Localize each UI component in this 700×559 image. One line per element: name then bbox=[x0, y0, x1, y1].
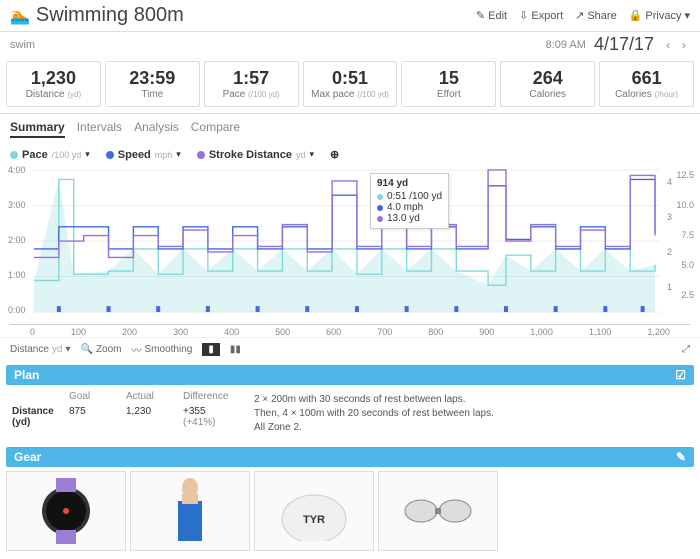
gear-item-suit[interactable] bbox=[130, 471, 250, 551]
stat-max-pace: 0:51Max pace (/100 yd) bbox=[303, 61, 398, 107]
prev-button[interactable]: ‹ bbox=[662, 36, 674, 54]
stat-time: 23:59Time bbox=[105, 61, 200, 107]
distance-dropdown[interactable]: Distance yd ▾ bbox=[10, 344, 71, 355]
tab-analysis[interactable]: Analysis bbox=[134, 120, 179, 138]
page-title: Swimming 800m bbox=[36, 4, 476, 27]
expand-button[interactable]: ⤢ bbox=[682, 344, 690, 355]
chart-tooltip: 914 yd 0:51 /100 yd4.0 mph13.0 yd bbox=[370, 173, 449, 229]
stat-calories: 264Calories bbox=[500, 61, 595, 107]
stat-effort: 15Effort bbox=[401, 61, 496, 107]
gear-item-cap[interactable]: TYR bbox=[254, 471, 374, 551]
activity-time: 8:09 AM bbox=[546, 39, 586, 51]
activity-type: swim bbox=[10, 39, 546, 51]
activity-date: 4/17/17 bbox=[594, 34, 654, 55]
stat-distance: 1,230Distance (yd) bbox=[6, 61, 101, 107]
stat-calories: 661Calories (/hour) bbox=[599, 61, 694, 107]
view-toggle-2[interactable]: ▮▮ bbox=[230, 344, 241, 355]
smoothing-button[interactable]: 〰 Smoothing bbox=[132, 342, 193, 357]
plan-description: 2 × 200m with 30 seconds of rest between… bbox=[246, 389, 694, 439]
zoom-button[interactable]: 🔍 Zoom bbox=[81, 344, 122, 355]
metric-pace[interactable]: Pace /100 yd ▾ bbox=[10, 149, 90, 161]
stat-pace: 1:57Pace (/100 yd) bbox=[204, 61, 299, 107]
tab-compare[interactable]: Compare bbox=[191, 120, 240, 138]
gear-header[interactable]: Gear✎ bbox=[6, 447, 694, 467]
chart[interactable]: 914 yd 0:51 /100 yd4.0 mph13.0 yd 4:003:… bbox=[10, 165, 690, 325]
gear-item-watch[interactable] bbox=[6, 471, 126, 551]
share-button[interactable]: ↗ Share bbox=[575, 9, 617, 22]
next-button[interactable]: › bbox=[678, 36, 690, 54]
privacy-button[interactable]: 🔒 Privacy ▾ bbox=[629, 9, 690, 22]
edit-button[interactable]: ✎ Edit bbox=[476, 9, 507, 22]
swim-icon: 🏊 bbox=[10, 6, 30, 26]
tab-summary[interactable]: Summary bbox=[10, 120, 65, 138]
add-metric-button[interactable]: ⊕ bbox=[330, 148, 339, 161]
metric-speed[interactable]: Speed mph ▾ bbox=[106, 149, 181, 161]
plan-row-label: Distance (yd) bbox=[12, 406, 69, 428]
metric-stroke-distance[interactable]: Stroke Distance yd ▾ bbox=[197, 149, 314, 161]
gear-edit-icon: ✎ bbox=[676, 450, 686, 464]
export-button[interactable]: ⇩ Export bbox=[519, 9, 563, 22]
plan-toggle-icon: ☑ bbox=[675, 368, 686, 382]
plan-header[interactable]: Plan☑ bbox=[6, 365, 694, 385]
view-toggle-1[interactable]: ▮ bbox=[202, 343, 220, 356]
gear-item-goggles[interactable] bbox=[378, 471, 498, 551]
tab-intervals[interactable]: Intervals bbox=[77, 120, 122, 138]
svg-text:TYR: TYR bbox=[303, 514, 325, 526]
